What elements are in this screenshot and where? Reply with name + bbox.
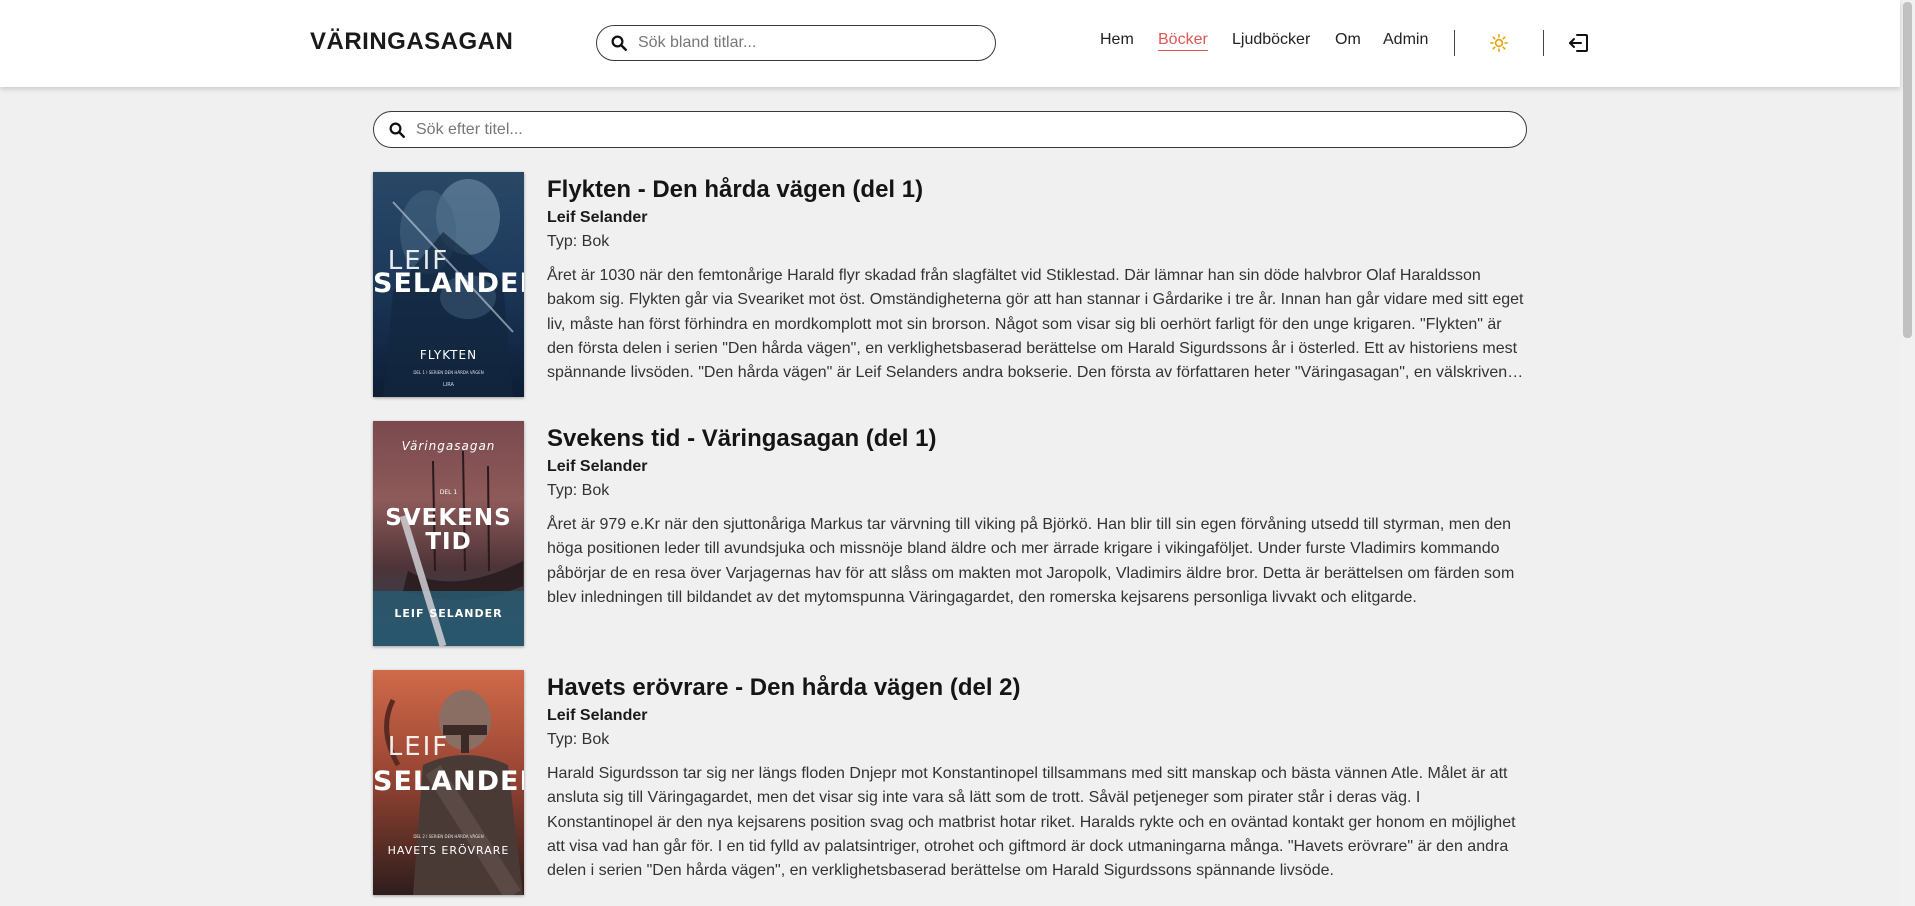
cover-title-line2: TID [425, 529, 472, 555]
cover-title: HAVETS ERÖVRARE [387, 844, 510, 857]
title-search-input[interactable] [416, 120, 1496, 139]
book-info: Flykten - Den hårda vägen (del 1) Leif S… [547, 172, 1527, 385]
nav-audiobooks[interactable]: Ljudböcker [1232, 31, 1310, 49]
cover-publisher: LIRA [443, 382, 454, 388]
cover-part: DEL 1 [439, 489, 458, 496]
book-cover[interactable]: LEIF SELANDER DEL 2 I SERIEN DEN HÅRDA V… [373, 670, 524, 895]
book-title[interactable]: Flykten - Den hårda vägen (del 1) [547, 175, 1527, 205]
nav-books[interactable]: Böcker [1158, 31, 1208, 51]
book-title[interactable]: Svekens tid - Väringasagan (del 1) [547, 424, 1527, 454]
cover-author-first: LEIF [387, 732, 450, 762]
top-navbar: VÄRINGASAGAN Hem Böcker Ljudböcker Om Ad… [0, 0, 1900, 87]
book-title[interactable]: Havets erövrare - Den hårda vägen (del 2… [547, 673, 1527, 703]
scrollbar-thumb[interactable] [1903, 2, 1912, 338]
book-info: Havets erövrare - Den hårda vägen (del 2… [547, 670, 1527, 883]
search-icon [389, 122, 405, 138]
header-search-box[interactable] [596, 25, 996, 61]
book-item[interactable]: LEIF SELANDER DEL 1 I SERIEN DEN HÅRDA V… [373, 172, 1527, 398]
book-type: Typ: Bok [547, 482, 610, 499]
nav-about[interactable]: Om [1335, 31, 1361, 49]
book-description: Året är 1030 när den femtonårige Harald … [547, 267, 1524, 382]
brand-logo[interactable]: VÄRINGASAGAN [310, 28, 513, 56]
book-description: Året är 979 e.Kr när den sjuttonåriga Ma… [547, 516, 1515, 606]
book-author: Leif Selander [547, 209, 648, 226]
book-type: Typ: Bok [547, 731, 610, 748]
cover-title-line1: SVEKENS [385, 505, 512, 531]
logout-icon[interactable] [1567, 31, 1591, 55]
search-icon [611, 35, 627, 51]
nav-divider [1454, 30, 1455, 56]
cover-series: DEL 1 I SERIEN DEN HÅRDA VÄGEN [413, 370, 484, 375]
cover-series: Väringasagan [401, 439, 496, 453]
cover-author: LEIF SELANDER [394, 607, 503, 620]
book-author: Leif Selander [547, 707, 648, 724]
page-scrollbar[interactable] [1900, 0, 1915, 906]
book-cover[interactable]: Väringasagan DEL 1 SVEKENS TID LEIF SELA… [373, 421, 524, 646]
nav-divider [1543, 30, 1544, 56]
nav-admin[interactable]: Admin [1383, 31, 1428, 49]
book-type: Typ: Bok [547, 233, 610, 250]
book-info: Svekens tid - Väringasagan (del 1) Leif … [547, 421, 1527, 610]
book-author: Leif Selander [547, 458, 648, 475]
nav-home[interactable]: Hem [1100, 31, 1134, 49]
sun-icon[interactable] [1489, 33, 1509, 53]
cover-author-last: SELANDER [373, 268, 524, 299]
cover-title: FLYKTEN [419, 348, 478, 362]
cover-author-last: SELANDER [373, 766, 524, 797]
book-item[interactable]: LEIF SELANDER DEL 2 I SERIEN DEN HÅRDA V… [373, 670, 1527, 896]
book-cover[interactable]: LEIF SELANDER DEL 1 I SERIEN DEN HÅRDA V… [373, 172, 524, 397]
title-search-box[interactable] [373, 111, 1527, 148]
book-description: Harald Sigurdsson tar sig ner längs flod… [547, 765, 1516, 880]
cover-series: DEL 2 I SERIEN DEN HÅRDA VÄGEN [413, 834, 484, 839]
book-item[interactable]: Väringasagan DEL 1 SVEKENS TID LEIF SELA… [373, 421, 1527, 647]
header-search-input[interactable] [638, 34, 978, 52]
